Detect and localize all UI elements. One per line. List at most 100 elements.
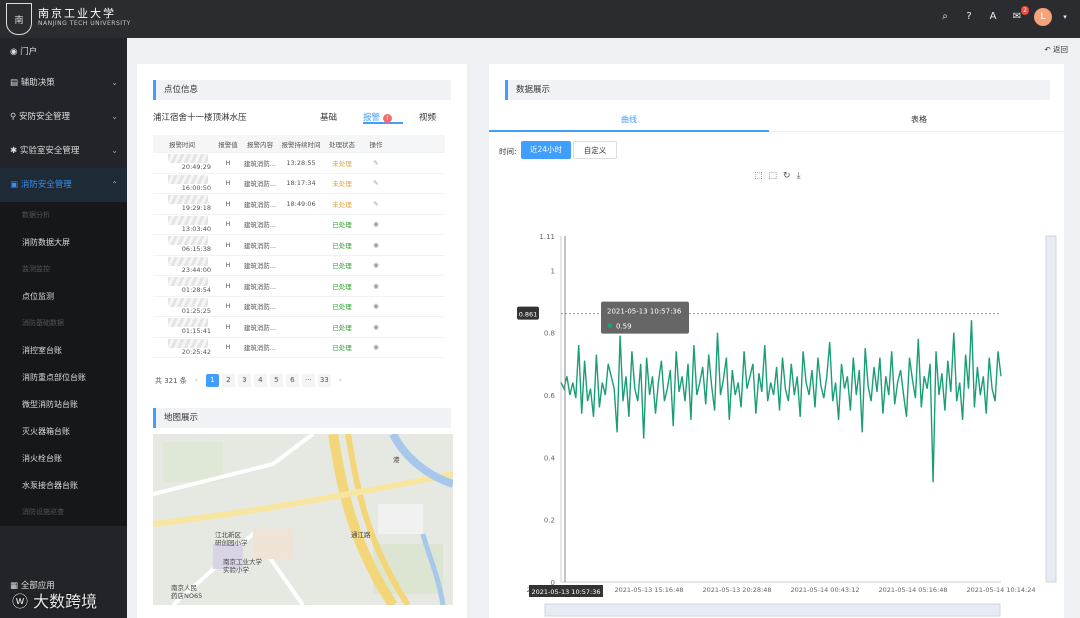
sidebar-item-fire-screen[interactable]: 消防数据大屏	[0, 229, 127, 256]
alarm-table: 报警时间 报警值 报警内容 报警持续时间 处理状态 操作 20:49:29 H 建筑…	[153, 135, 445, 358]
table-row[interactable]: 20:25:42 H 建筑消防... 已处理 ◉	[153, 338, 445, 358]
submenu-group-label: 监测监控	[22, 265, 50, 273]
sidebar-item-micro-station[interactable]: 微型消防站台账	[0, 391, 127, 418]
cell-content: 建筑消防...	[243, 282, 277, 291]
sidebar-item-control-room[interactable]: 消控室台账	[0, 337, 127, 364]
time-label: 时间:	[499, 147, 517, 156]
page-button[interactable]: 4	[253, 374, 267, 387]
search-icon[interactable]: ⌕	[938, 10, 952, 24]
cell-value: H	[225, 343, 231, 352]
edit-icon[interactable]: ✎	[361, 200, 391, 208]
edit-icon[interactable]: ✎	[361, 159, 391, 167]
vertical-zoom-slider[interactable]	[1045, 235, 1057, 583]
page-button[interactable]: 33	[317, 374, 331, 387]
sidebar-item-fire-safety[interactable]: ▣ 消防安全管理 ⌃	[0, 168, 127, 202]
page-button[interactable]: ···	[301, 374, 315, 387]
table-row[interactable]: 20:49:29 H 建筑消防... 13:28:55 未处理 ✎	[153, 153, 445, 174]
sidebar-item-lab-safety[interactable]: ✱ 实验室安全管理 ⌄	[0, 134, 127, 168]
range-custom-button[interactable]: 自定义	[573, 141, 617, 159]
table-row[interactable]: 01:25:25 H 建筑消防... 已处理 ◉	[153, 297, 445, 317]
range-24h-button[interactable]: 近24小时	[521, 141, 571, 159]
view-icon[interactable]: ◉	[361, 241, 391, 249]
view-icon[interactable]: ◉	[361, 220, 391, 228]
cell-time: 01:28:54	[153, 277, 215, 294]
page-list: 1 2 3 4 5 6 ··· 33	[205, 374, 331, 387]
watermark-icon: ⓦ	[12, 592, 34, 611]
redacted-date	[168, 236, 208, 246]
document-icon[interactable]: A	[986, 10, 1000, 24]
tab-table[interactable]: 表格	[779, 108, 1059, 132]
page-button[interactable]: 3	[237, 374, 251, 387]
x-tick-label: 2021-05-14 10:14:24	[966, 586, 1035, 594]
cell-content: 建筑消防...	[243, 241, 277, 250]
sidebar-item-extinguisher-box[interactable]: 灭火器箱台账	[0, 418, 127, 445]
university-logo[interactable]: 南 南京工业大学 NANJING TECH UNIVERSITY	[6, 3, 131, 35]
table-row[interactable]: 01:28:54 H 建筑消防... 已处理 ◉	[153, 276, 445, 297]
table-header: 报警时间 报警值 报警内容 报警持续时间 处理状态 操作	[153, 135, 445, 153]
sidebar-item-point-monitor[interactable]: 点位监测	[0, 283, 127, 310]
view-icon[interactable]: ◉	[361, 302, 391, 310]
submenu-group-label: 消防基础数据	[22, 319, 64, 327]
page-button[interactable]: 5	[269, 374, 283, 387]
tooltip-box	[601, 301, 689, 334]
prev-page-button[interactable]: ‹	[190, 374, 203, 387]
sidebar-item-portal[interactable]: ◉ 门户	[0, 38, 127, 66]
cell-time: 16:00:50	[153, 174, 215, 192]
map-view[interactable]: 江北新区 研创园小学 南京工业大学 实验小学 南京人民 药店NO65 通江路 港	[153, 434, 453, 605]
cell-value: H	[225, 158, 231, 167]
cell-time-text: 20:25:42	[181, 347, 211, 356]
view-icon[interactable]: ◉	[361, 343, 391, 351]
table-row[interactable]: 19:29:18 H 建筑消防... 18:49:06 未处理 ✎	[153, 194, 445, 215]
redacted-date	[168, 338, 208, 348]
back-icon: ↶	[1044, 45, 1051, 54]
table-row[interactable]: 06:15:38 H 建筑消防... 已处理 ◉	[153, 235, 445, 256]
watermark-text: 大数跨境	[33, 592, 98, 611]
help-icon[interactable]: ?	[962, 10, 976, 24]
sidebar-item-hydrant[interactable]: 消火栓台账	[0, 445, 127, 472]
cell-status: 已处理	[332, 344, 352, 353]
top-bar: 南 南京工业大学 NANJING TECH UNIVERSITY ⌕ ? A ✉…	[0, 0, 1080, 38]
edit-icon[interactable]: ✎	[361, 179, 391, 187]
y-tick-label: 0.6	[544, 392, 556, 400]
cell-time: 13:03:40	[153, 215, 215, 233]
tab-curve[interactable]: 曲线	[489, 108, 769, 132]
map-label: 港	[393, 456, 400, 464]
map-label: 实验小学	[223, 566, 249, 574]
horizontal-zoom-slider[interactable]	[544, 603, 1001, 617]
cell-value: H	[225, 261, 231, 270]
sidebar-item-label: 辅助决策	[20, 78, 55, 88]
sidebar-item-key-parts[interactable]: 消防重点部位台账	[0, 364, 127, 391]
cursor-time: 2021-05-13 10:57:36	[531, 588, 600, 596]
cell-time-text: 23:44:00	[181, 265, 211, 274]
series-line[interactable]	[560, 320, 1002, 483]
page-button[interactable]: 1	[205, 374, 219, 387]
sidebar-item-security[interactable]: ⚲ 安防安全管理 ⌄	[0, 100, 127, 134]
sidebar-item-pump-adapter[interactable]: 水泵接合器台账	[0, 472, 127, 499]
tab-basic[interactable]: 基础	[320, 111, 337, 123]
mail-icon[interactable]: ✉ 2	[1010, 6, 1029, 24]
next-page-button[interactable]: ›	[334, 374, 347, 387]
table-row[interactable]: 23:44:00 H 建筑消防... 已处理 ◉	[153, 256, 445, 276]
back-button[interactable]: ↶ 返回	[1044, 44, 1068, 55]
x-tick-label: 2021-05-14 05:16:48	[878, 586, 947, 594]
view-icon[interactable]: ◉	[361, 282, 391, 290]
avatar[interactable]: L	[1034, 8, 1052, 26]
table-row[interactable]: 13:03:40 H 建筑消防... 已处理 ◉	[153, 215, 445, 235]
view-icon[interactable]: ◉	[361, 323, 391, 331]
chevron-down-icon[interactable]: ▾	[1062, 10, 1068, 24]
map-label: 研创园小学	[215, 539, 248, 547]
tab-alarm[interactable]: 报警 !	[363, 108, 403, 124]
page-button[interactable]: 6	[285, 374, 299, 387]
cell-duration: 18:49:06	[286, 199, 316, 208]
page-button[interactable]: 2	[221, 374, 235, 387]
tab-video[interactable]: 视频	[419, 111, 436, 123]
view-icon[interactable]: ◉	[361, 261, 391, 269]
line-chart[interactable]: 00.20.40.60.811.112021-05-13 10:57:36202…	[489, 178, 1064, 618]
corner-watermark: ⓦ 大数跨境	[12, 588, 97, 612]
table-row[interactable]: 16:00:50 H 建筑消防... 18:17:34 未处理 ✎	[153, 174, 445, 194]
table-row[interactable]: 01:15:41 H 建筑消防... 已处理 ◉	[153, 317, 445, 338]
cell-duration: 18:17:34	[286, 179, 316, 188]
submenu-group-label[interactable]: 消防设施巡查	[0, 499, 127, 526]
sidebar-item-decision[interactable]: ▤ 辅助决策 ⌄	[0, 66, 127, 100]
map-title: 地图展示	[153, 408, 451, 428]
